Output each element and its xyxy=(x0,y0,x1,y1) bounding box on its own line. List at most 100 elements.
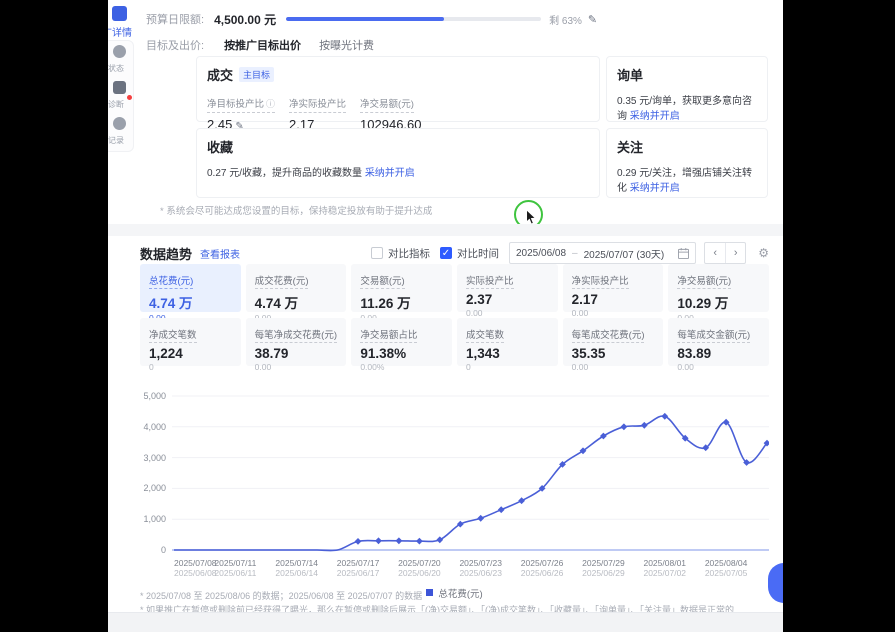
settings-gear-icon[interactable]: ⚙ xyxy=(758,246,769,260)
next-period-button[interactable]: › xyxy=(725,243,745,263)
metric-grid: 总花费(元) 4.74 万 0.00 成交花费(元) 4.74 万 0.00 交… xyxy=(140,264,769,372)
chart-x-axis: 2025/07/08 2025/06/08 2025/07/11 2025/06/11… xyxy=(172,558,769,582)
x-tick-primary: 2025/08/04 xyxy=(704,558,748,568)
metric-compare-value: 0.00 xyxy=(571,308,589,318)
metric-compare-value: 0.00% xyxy=(360,362,385,372)
rail-item-history[interactable]: 记录 xyxy=(108,113,133,149)
metric-card-cost-per-order[interactable]: 每笔成交花费(元) 35.35 0.00 xyxy=(562,318,664,372)
goal-card-follow[interactable]: 关注 0.29 元/关注，增强店铺关注转化 采纳并开启 xyxy=(606,128,768,198)
metric-compare-value: 0 xyxy=(149,362,154,372)
date-range-start: 2025/06/08 xyxy=(515,247,567,259)
rail-card: 状态 诊断 记录 xyxy=(108,40,134,152)
metric-card-net-gmv-ratio[interactable]: 净交易额占比 91.38% 0.00% xyxy=(351,318,452,372)
adopt-and-enable-link[interactable]: 采纳并开启 xyxy=(630,183,680,194)
goal-card-desc: 0.29 元/关注，增强店铺关注转化 采纳并开启 xyxy=(617,168,753,194)
metric-value: 83.89 xyxy=(677,346,712,361)
metric-card-orders[interactable]: 成交笔数 1,343 0 xyxy=(456,318,558,372)
adopt-and-enable-link[interactable]: 采纳并开启 xyxy=(630,111,680,122)
goal-card-inquiry[interactable]: 询单 0.35 元/询单，获取更多意向咨询 采纳并开启 xyxy=(606,56,768,122)
date-range-end: 2025/07/07 (30天) xyxy=(583,249,665,261)
date-range-picker[interactable]: 2025/06/08 – 2025/07/07 (30天) xyxy=(508,242,697,264)
metric-label: 净成交笔数 xyxy=(149,327,197,343)
prev-period-button[interactable]: ‹ xyxy=(705,243,725,263)
metric-card-deal-spend[interactable]: 成交花费(元) 4.74 万 0.00 xyxy=(245,264,347,323)
metric-value: 1,343 xyxy=(465,346,500,361)
adopt-and-enable-link[interactable]: 采纳并开启 xyxy=(365,168,415,179)
metric-value: 4.74 万 xyxy=(149,296,193,311)
diagnose-icon xyxy=(112,81,126,94)
goal-card-deal[interactable]: 成交 主目标 净目标投产比 ⓘ 2.45 ✎ 净实际投产比 2.17 净交易额(元) … xyxy=(196,56,600,132)
metric-value: 35.35 xyxy=(571,346,606,361)
goal-card-title: 关注 xyxy=(617,140,644,155)
promotion-detail-icon[interactable] xyxy=(112,6,127,21)
chart-plot-area xyxy=(172,388,769,558)
compare-metric-checkbox[interactable] xyxy=(370,247,383,259)
metric-card-amount-per-order[interactable]: 每笔成交金额(元) 83.89 0.00 xyxy=(668,318,769,372)
budget-row: 预算日限额: 4,500.00 元 剩 63% ✎ xyxy=(146,10,768,28)
rail-active-label[interactable]: 广详情 xyxy=(108,24,132,39)
compare-metric-label: 对比指标 xyxy=(387,247,430,260)
metric-value: 1,224 xyxy=(149,346,183,361)
rail-item-label: 状态 xyxy=(108,64,124,73)
metric-card-net-roi[interactable]: 净实际投产比 2.17 0.00 xyxy=(562,264,664,318)
mouse-cursor-icon xyxy=(526,210,537,225)
x-tick-primary: 2025/07/17 xyxy=(336,558,380,568)
view-report-link[interactable]: 查看报表 xyxy=(200,246,240,261)
y-tick-label: 0 xyxy=(160,545,166,555)
metric-card-net-gmv[interactable]: 净交易额(元) 10.29 万 0.00 xyxy=(668,264,769,323)
trend-controls: 对比指标 ✓ 对比时间 2025/06/08 – 2025/07/07 (30天… xyxy=(370,242,769,264)
chart-y-axis: 0 1,000 2,000 3,000 4,000 5,000 xyxy=(140,388,166,558)
x-tick-secondary: 2025/06/11 xyxy=(214,568,257,578)
x-tick: 2025/08/01 2025/07/02 xyxy=(643,558,686,578)
metric-compare-value: 0.00 xyxy=(254,362,272,372)
x-tick-secondary: 2025/06/17 xyxy=(336,568,380,578)
goal-metric-label: 净交易额(元) xyxy=(360,96,414,113)
rail-item-status[interactable]: 状态 xyxy=(108,41,133,77)
history-icon xyxy=(112,117,126,130)
goal-card-desc: 0.35 元/询单，获取更多意向咨询 采纳并开启 xyxy=(617,96,753,122)
budget-edit-icon[interactable]: ✎ xyxy=(588,13,597,26)
x-tick-primary: 2025/08/01 xyxy=(643,558,687,568)
goal-card-title: 询单 xyxy=(617,68,644,83)
metric-compare-value: 0.00 xyxy=(677,362,694,372)
metric-card-net-cost-per-order[interactable]: 每笔净成交花费(元) 38.79 0.00 xyxy=(245,318,347,372)
rail-item-label: 诊断 xyxy=(108,100,124,109)
goal-metric-label: 净实际投产比 xyxy=(289,96,347,113)
tab-bid-by-impression[interactable]: 按曝光计费 xyxy=(319,37,374,53)
budget-amount: 4,500.00 元 xyxy=(214,12,277,27)
budget-progress-bar xyxy=(286,17,542,21)
line-chart-svg xyxy=(172,395,769,552)
metric-label: 每笔成交金额(元) xyxy=(677,327,751,343)
metric-card-gmv[interactable]: 交易额(元) 11.26 万 0.00 xyxy=(351,264,452,323)
x-tick-secondary: 2025/07/02 xyxy=(643,568,687,578)
date-nav: ‹ › xyxy=(704,242,747,264)
goal-card-desc: 0.27 元/收藏，提升商品的收藏数量 采纳并开启 xyxy=(207,168,415,179)
metric-value: 38.79 xyxy=(254,346,289,361)
rail-item-diagnose[interactable]: 诊断 xyxy=(108,77,133,113)
tab-bid-by-goal[interactable]: 按推广目标出价 xyxy=(224,37,301,53)
x-tick-primary: 2025/07/20 xyxy=(398,558,441,568)
bidding-row: 目标及出价: 按推广目标出价 按曝光计费 xyxy=(146,36,768,54)
x-tick-secondary: 2025/06/20 xyxy=(398,568,441,578)
y-tick-label: 5,000 xyxy=(143,391,166,401)
metric-value: 4.74 万 xyxy=(254,296,299,311)
status-icon xyxy=(112,45,126,58)
x-tick-secondary: 2025/06/26 xyxy=(520,568,564,578)
metric-card-roi[interactable]: 实际投产比 2.37 0.00 xyxy=(456,264,558,318)
trend-chart: 0 1,000 2,000 3,000 4,000 5,000 2025/07/08 202… xyxy=(140,388,769,600)
metric-card-net-orders[interactable]: 净成交笔数 1,224 0 xyxy=(140,318,241,372)
metric-label: 总花费(元) xyxy=(149,273,194,289)
y-tick-label: 2,000 xyxy=(143,483,166,494)
trend-title: 数据趋势 xyxy=(140,246,193,262)
budget-remaining: 剩 63% xyxy=(549,15,582,27)
goal-card-favorite[interactable]: 收藏 0.27 元/收藏，提升商品的收藏数量 采纳并开启 xyxy=(196,128,600,198)
goal-card-title: 成交 xyxy=(207,68,234,83)
metric-card-total-spend[interactable]: 总花费(元) 4.74 万 0.00 xyxy=(140,264,241,323)
metric-label: 实际投产比 xyxy=(465,273,514,289)
rail-item-label: 记录 xyxy=(108,136,124,145)
compare-time-checkbox[interactable]: ✓ xyxy=(439,247,452,259)
bidding-label: 目标及出价: xyxy=(146,40,205,52)
floating-helper-button[interactable] xyxy=(768,563,783,603)
x-tick: 2025/07/11 2025/06/11 xyxy=(214,558,256,578)
info-icon[interactable]: ⓘ xyxy=(266,99,275,109)
